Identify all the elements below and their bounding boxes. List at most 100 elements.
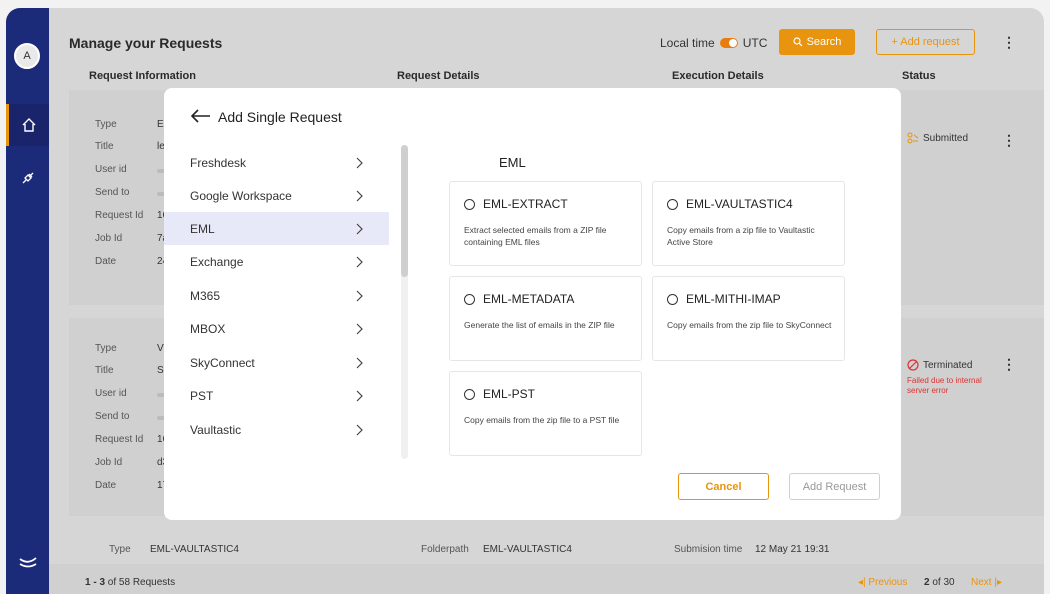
option-card-eml-pst[interactable]: EML-PST Copy emails from the zip file to…	[449, 371, 642, 456]
logo-icon	[18, 557, 37, 568]
partial-row: Type EML-VAULTASTIC4 Folderpath EML-VAUL…	[49, 538, 1044, 558]
local-time-label: Local time	[660, 36, 715, 50]
option-header: EML-METADATA	[464, 292, 574, 306]
option-card-eml-vaultastic4[interactable]: EML-VAULTASTIC4 Copy emails from a zip f…	[652, 181, 845, 266]
category-label: EML	[190, 221, 215, 236]
terminated-icon	[907, 359, 919, 371]
option-card-eml-extract[interactable]: EML-EXTRACT Extract selected emails from…	[449, 181, 642, 266]
status-text: Terminated	[923, 359, 973, 371]
field-label: Job Id	[95, 233, 123, 244]
chevron-right-icon	[356, 256, 363, 267]
section-title: EML	[499, 155, 526, 170]
category-label: SkyConnect	[190, 355, 255, 370]
field-label: User id	[95, 164, 127, 175]
field-label: Title	[95, 365, 114, 376]
option-name: EML-VAULTASTIC4	[686, 197, 793, 211]
previous-page-button[interactable]: ◂| Previous	[858, 577, 907, 588]
category-label: M365	[190, 288, 221, 303]
chevron-right-icon	[356, 157, 363, 168]
page-total: of 30	[932, 577, 955, 588]
category-list: Freshdesk Google Workspace EML Exchange …	[164, 146, 404, 458]
previous-label: Previous	[868, 577, 908, 588]
field-label: Request Id	[95, 434, 144, 445]
field-label: Request Id	[95, 210, 144, 221]
error-message: Failed due to internal server error	[907, 376, 982, 395]
category-item-google-workspace[interactable]: Google Workspace	[164, 179, 389, 212]
category-label: Vaultastic	[190, 422, 242, 437]
category-item-vaultastic[interactable]: Vaultastic	[164, 413, 389, 446]
category-item-eml[interactable]: EML	[164, 212, 389, 245]
option-description: Copy emails from a zip file to Vaultasti…	[667, 225, 815, 247]
current-page: 2	[924, 577, 930, 588]
results-total: of 58 Requests	[107, 577, 176, 588]
row-menu-icon[interactable]: ⋮	[1002, 356, 1016, 373]
add-request-button[interactable]: + Add request	[876, 29, 975, 55]
radio-button[interactable]	[667, 293, 678, 305]
page-title: Manage your Requests	[69, 35, 223, 51]
field-label: Folderpath	[421, 544, 469, 555]
modal-title: Add Single Request	[218, 109, 342, 125]
category-item-freshdesk[interactable]: Freshdesk	[164, 146, 389, 179]
option-card-eml-metadata[interactable]: EML-METADATA Generate the list of emails…	[449, 276, 642, 361]
status-text: Submitted	[923, 132, 969, 144]
search-button[interactable]: Search	[779, 29, 855, 55]
results-count: 1 - 3 of 58 Requests	[85, 577, 175, 588]
nav-integrations[interactable]	[6, 158, 49, 198]
add-request-submit-button[interactable]: Add Request	[789, 473, 880, 500]
category-item-exchange[interactable]: Exchange	[164, 245, 389, 278]
more-menu-icon[interactable]: ⋮	[1002, 34, 1016, 51]
field-label: Date	[95, 480, 117, 491]
pagination-bar: 1 - 3 of 58 Requests ◂| Previous 2 of 30…	[49, 564, 1044, 594]
category-scrollbar-thumb[interactable]	[401, 145, 408, 277]
radio-button[interactable]	[464, 293, 475, 305]
utc-label: UTC	[742, 36, 768, 50]
category-item-mbox[interactable]: MBOX	[164, 312, 389, 345]
chevron-right-icon	[356, 223, 363, 234]
option-name: EML-MITHI-IMAP	[686, 292, 781, 306]
category-item-m365[interactable]: M365	[164, 279, 389, 312]
submitted-icon	[907, 132, 919, 144]
field-label: Submision time	[674, 544, 743, 555]
chevron-right-icon	[356, 323, 363, 334]
category-item-skyconnect[interactable]: SkyConnect	[164, 346, 389, 379]
category-label: MBOX	[190, 321, 226, 336]
col-request-information: Request Information	[89, 70, 196, 82]
back-arrow-icon[interactable]	[188, 106, 212, 126]
search-icon	[792, 37, 802, 47]
cancel-button[interactable]: Cancel	[678, 473, 769, 500]
field-label: Send to	[95, 187, 130, 198]
chevron-right-icon	[356, 190, 363, 201]
add-request-modal: Add Single Request Freshdesk Google Work…	[164, 88, 901, 520]
option-card-eml-mithi-imap[interactable]: EML-MITHI-IMAP Copy emails from the zip …	[652, 276, 845, 361]
category-label: Google Workspace	[190, 188, 292, 203]
field-label: Send to	[95, 411, 130, 422]
field-label: Type	[95, 119, 117, 130]
home-icon	[22, 118, 36, 132]
field-value: EML-VAULTASTIC4	[483, 544, 572, 555]
radio-button[interactable]	[667, 198, 678, 210]
option-description: Generate the list of emails in the ZIP f…	[464, 320, 615, 330]
radio-button[interactable]	[464, 198, 475, 210]
row-menu-icon[interactable]: ⋮	[1002, 132, 1016, 149]
option-name: EML-METADATA	[483, 292, 575, 306]
category-label: Exchange	[190, 254, 244, 269]
nav-home[interactable]	[6, 104, 49, 146]
results-range: 1 - 3	[85, 577, 106, 588]
next-page-button[interactable]: Next |▸	[971, 577, 1002, 588]
col-request-details: Request Details	[397, 70, 480, 82]
timezone-toggle[interactable]	[719, 38, 738, 48]
field-label: Date	[95, 256, 117, 267]
field-label: Type	[95, 343, 117, 354]
sidebar: A	[6, 8, 49, 594]
field-label: User id	[95, 388, 127, 399]
category-label: Freshdesk	[190, 155, 247, 170]
next-label: Next	[971, 577, 992, 588]
timezone-toggle-group: Local time UTC	[660, 36, 767, 50]
category-label: PST	[190, 388, 214, 403]
field-label: Type	[109, 544, 131, 555]
field-value: 12 May 21 19:31	[755, 544, 830, 555]
radio-button[interactable]	[464, 388, 475, 400]
category-item-pst[interactable]: PST	[164, 379, 389, 412]
field-label: Title	[95, 141, 114, 152]
avatar[interactable]: A	[14, 43, 40, 69]
